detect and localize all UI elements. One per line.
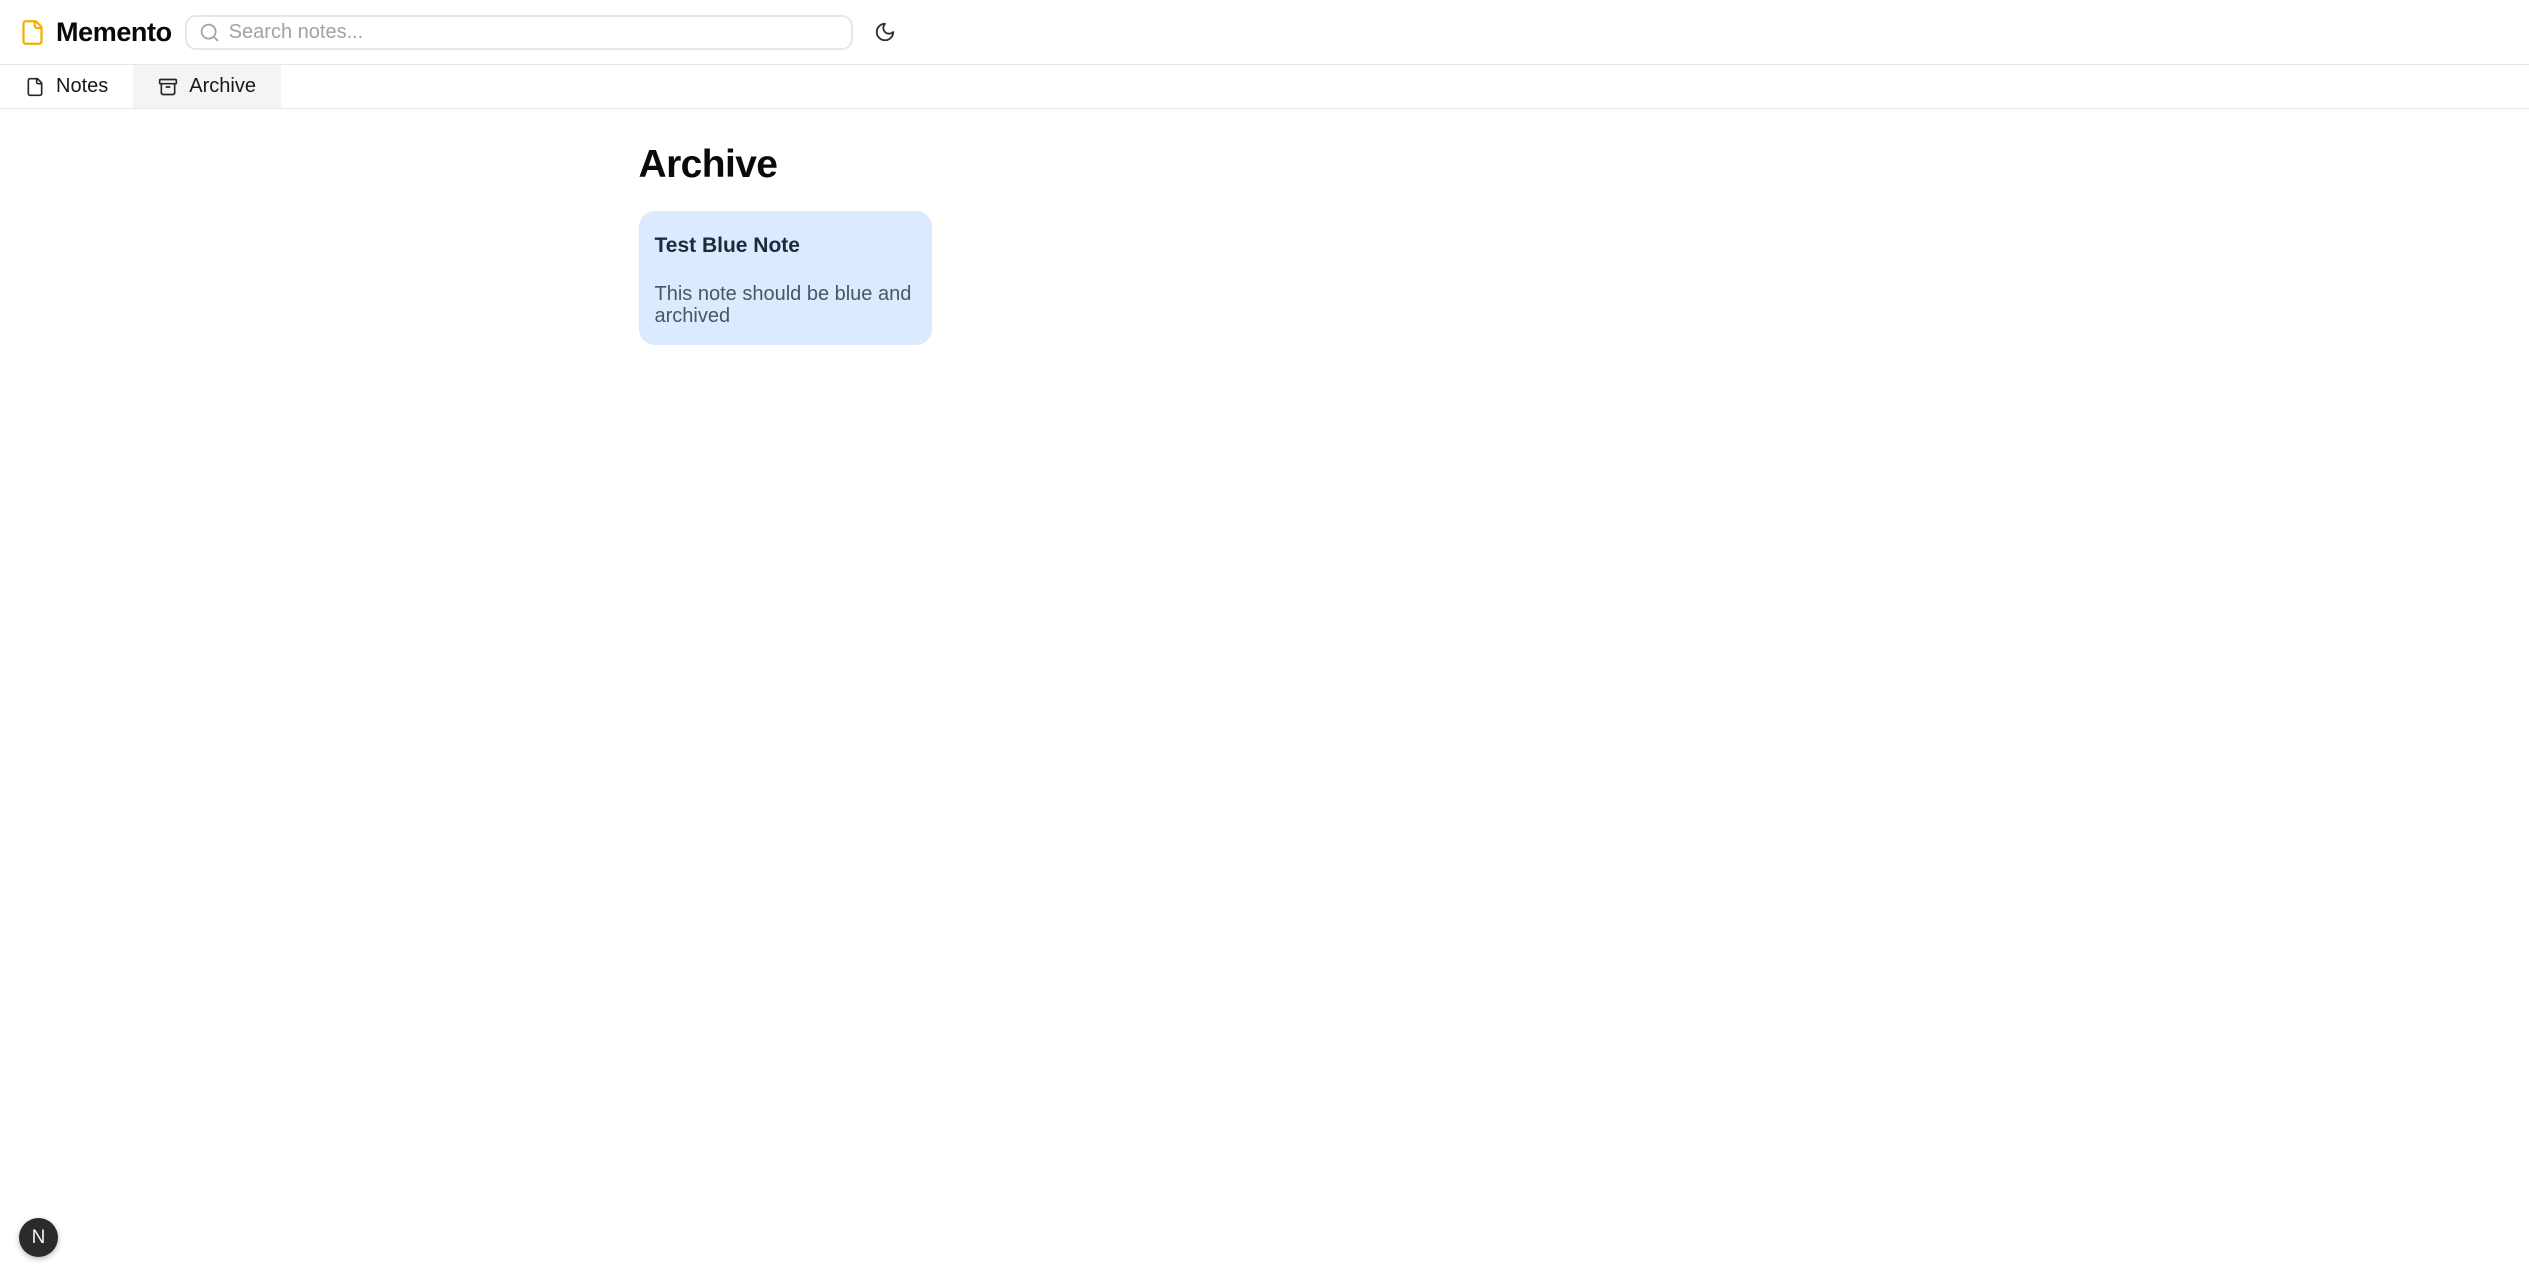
archive-icon <box>158 77 178 97</box>
page-title: Archive <box>639 142 1891 187</box>
notes-grid: Test Blue Note This note should be blue … <box>639 211 1891 345</box>
avatar-initial: N <box>32 1227 46 1249</box>
avatar-button[interactable]: N <box>19 1218 58 1257</box>
moon-icon <box>874 21 896 43</box>
note-title: Test Blue Note <box>655 234 917 257</box>
tab-archive-label: Archive <box>189 75 256 98</box>
tab-archive[interactable]: Archive <box>133 65 281 108</box>
search-icon <box>199 22 220 43</box>
app-header: Memento <box>0 0 2529 65</box>
file-icon <box>19 19 46 46</box>
search-bar <box>185 15 853 50</box>
brand: Memento <box>19 17 172 48</box>
app-title: Memento <box>56 17 172 48</box>
file-icon <box>25 77 45 97</box>
tab-bar: Notes Archive <box>0 65 2529 109</box>
main-content: Archive Test Blue Note This note should … <box>639 109 1891 345</box>
theme-toggle-button[interactable] <box>866 13 904 51</box>
tab-notes[interactable]: Notes <box>0 65 133 108</box>
note-body: This note should be blue and archived <box>655 283 917 327</box>
search-input[interactable] <box>229 21 839 44</box>
tab-notes-label: Notes <box>56 75 108 98</box>
note-card[interactable]: Test Blue Note This note should be blue … <box>639 211 933 345</box>
